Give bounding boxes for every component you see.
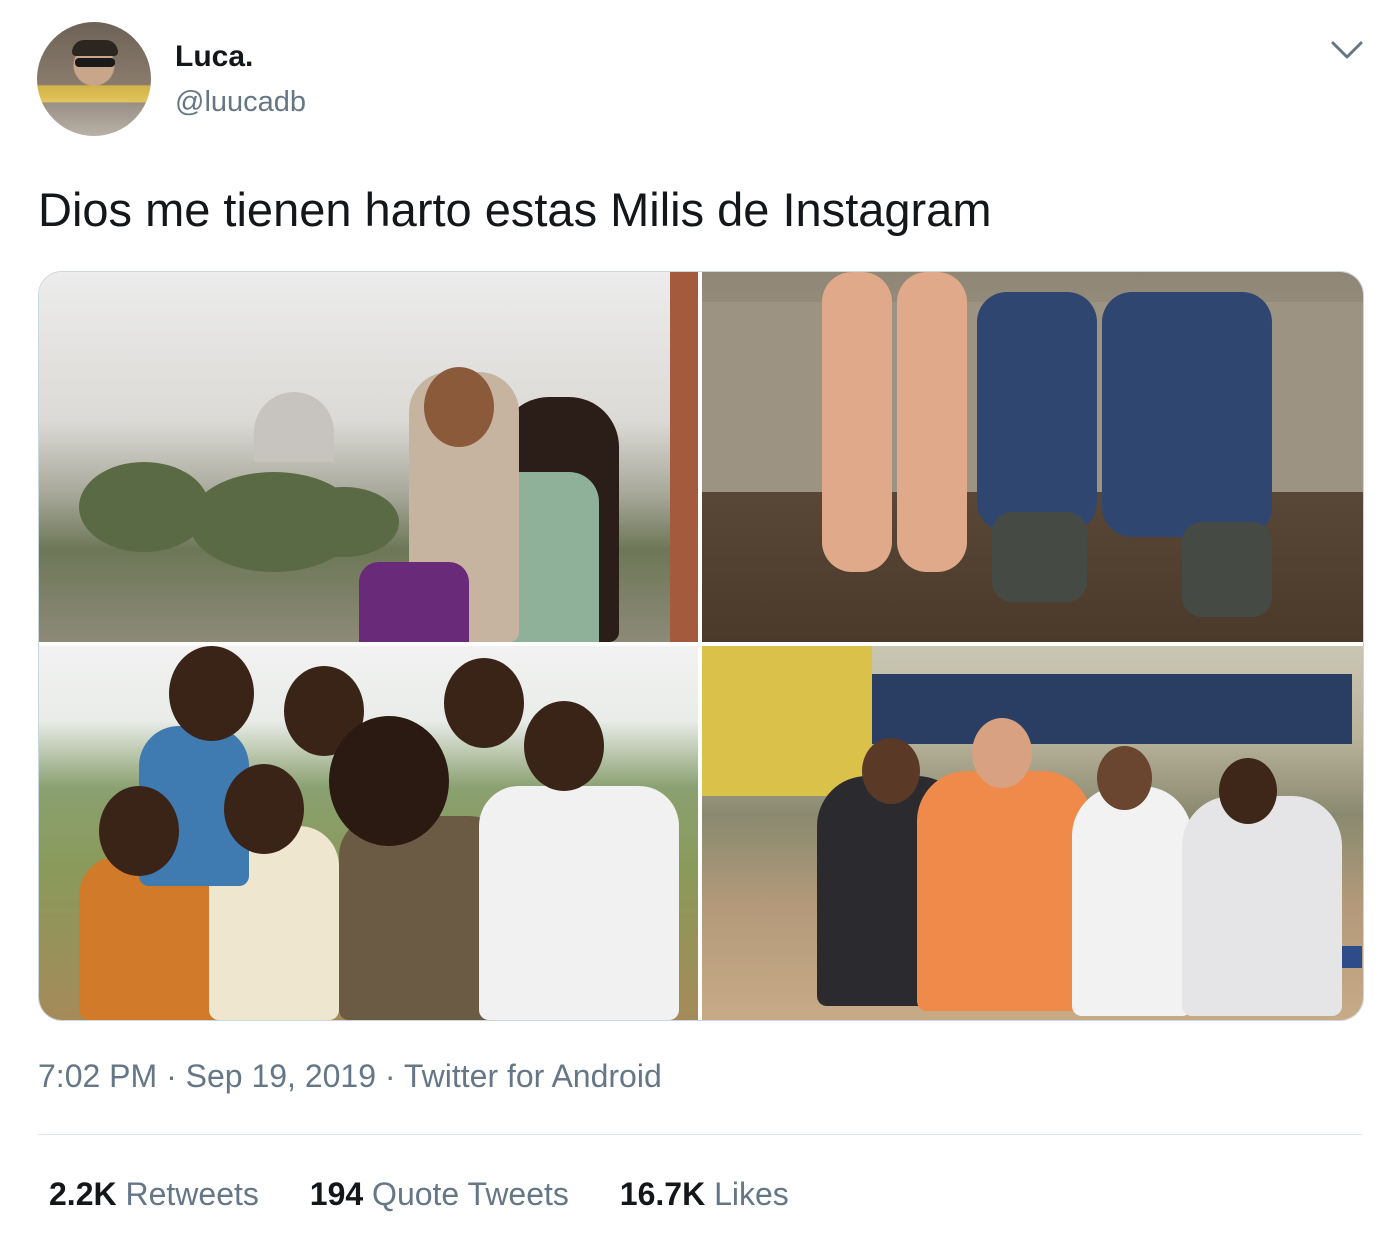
photo-element xyxy=(862,738,920,804)
likes-stat[interactable]: 16.7K Likes xyxy=(620,1176,789,1213)
photo-element xyxy=(972,718,1032,788)
quote-tweets-count: 194 xyxy=(309,1176,364,1212)
photo-element xyxy=(524,701,604,791)
tweet-stats: 2.2K Retweets 194 Quote Tweets 16.7K Lik… xyxy=(49,1176,831,1213)
photo-element xyxy=(670,272,698,642)
divider xyxy=(38,1134,1362,1135)
photo-element xyxy=(79,462,209,552)
retweets-label: Retweets xyxy=(125,1176,259,1212)
tweet-time[interactable]: 7:02 PM xyxy=(38,1058,157,1094)
avatar-sunglasses xyxy=(75,58,115,67)
likes-count: 16.7K xyxy=(619,1176,706,1212)
photo-element xyxy=(1097,746,1152,810)
photo-element xyxy=(359,562,469,642)
avatar-hair xyxy=(72,40,118,56)
photo-element xyxy=(289,487,399,557)
photo-element xyxy=(897,272,967,572)
photo-group-children[interactable] xyxy=(39,646,698,1020)
photo-element xyxy=(254,392,334,462)
photo-element xyxy=(479,786,679,1020)
tweet-date[interactable]: Sep 19, 2019 xyxy=(186,1058,376,1094)
photo-element xyxy=(1219,758,1277,824)
photo-football-players[interactable] xyxy=(702,646,1363,1020)
photo-element xyxy=(977,292,1097,532)
photo-bench-legs[interactable] xyxy=(702,272,1363,642)
media-grid xyxy=(38,271,1364,1021)
photo-element xyxy=(1102,292,1272,537)
photo-element xyxy=(702,646,872,796)
photo-element xyxy=(329,716,449,846)
tweet-source[interactable]: Twitter for Android xyxy=(404,1058,662,1094)
meta-separator: · xyxy=(376,1058,404,1094)
photo-element xyxy=(917,771,1092,1011)
meta-separator: · xyxy=(157,1058,186,1094)
photo-element xyxy=(1182,522,1272,617)
quote-tweets-label: Quote Tweets xyxy=(372,1176,569,1212)
author-avatar[interactable] xyxy=(37,22,151,136)
photo-element xyxy=(99,786,179,876)
photo-element xyxy=(444,658,524,748)
photo-taj-mahal[interactable] xyxy=(39,272,698,642)
quote-tweets-stat[interactable]: 194 Quote Tweets xyxy=(310,1176,569,1213)
photo-element xyxy=(424,367,494,447)
tweet-text: Dios me tienen harto estas Milis de Inst… xyxy=(38,183,992,236)
chevron-down-icon[interactable] xyxy=(1330,38,1364,62)
tweet-meta: 7:02 PM · Sep 19, 2019 · Twitter for And… xyxy=(38,1058,662,1095)
photo-element xyxy=(224,764,304,854)
retweets-count: 2.2K xyxy=(49,1176,117,1212)
photo-element xyxy=(822,272,892,572)
photo-element xyxy=(1072,786,1192,1016)
photo-element xyxy=(1182,796,1342,1016)
photo-element xyxy=(169,646,254,741)
photo-element xyxy=(992,512,1087,602)
retweets-stat[interactable]: 2.2K Retweets xyxy=(49,1176,259,1213)
likes-label: Likes xyxy=(714,1176,789,1212)
author-name[interactable]: Luca. xyxy=(175,40,253,74)
author-handle[interactable]: @luucadb xyxy=(175,86,306,119)
photo-element xyxy=(872,674,1352,744)
